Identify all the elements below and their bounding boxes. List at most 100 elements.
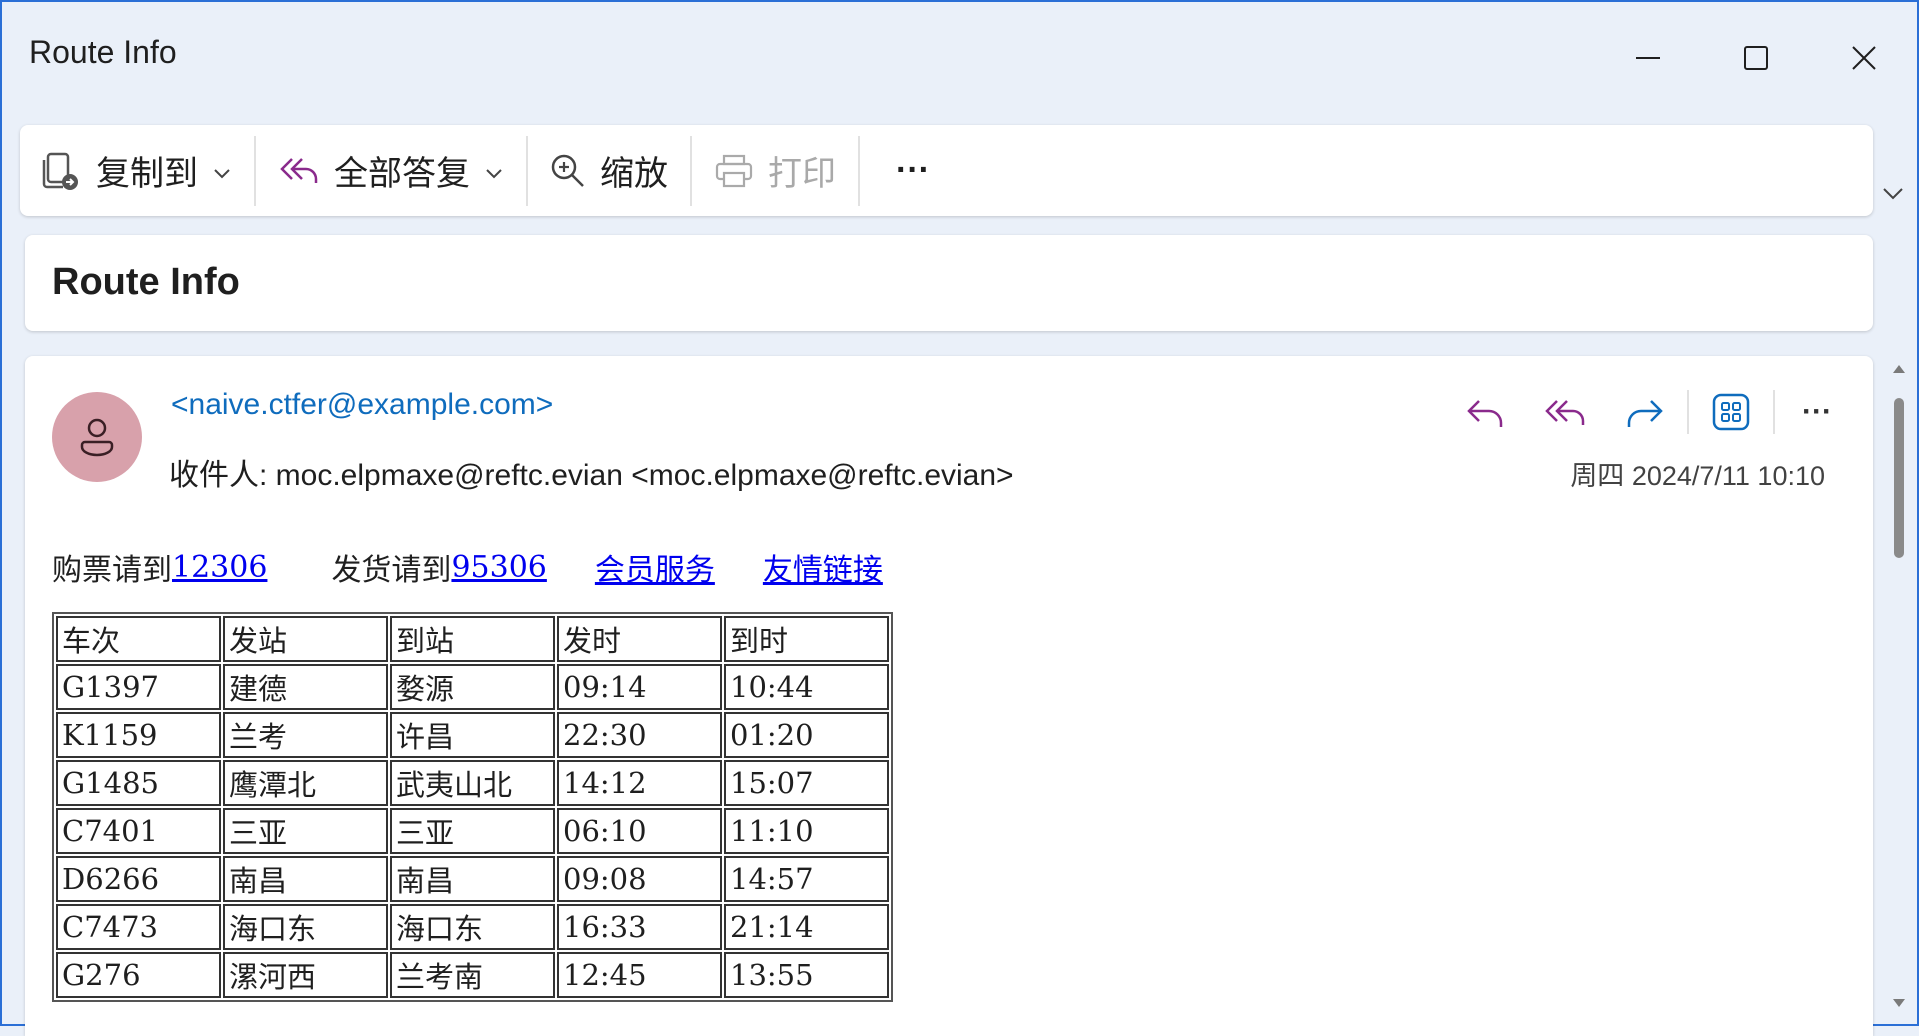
sender-address[interactable]: <naive.ctfer@example.com> bbox=[171, 388, 553, 422]
message-body: 购票请到 12306 发货请到 95306 会员服务 友情链接 车次 发站 到站 发时 到时… bbox=[52, 542, 893, 1002]
table-cell: 13:55 bbox=[724, 952, 889, 998]
table-row: D6266 南昌 南昌 09:08 14:57 bbox=[56, 856, 889, 902]
table-cell: 21:14 bbox=[724, 904, 889, 950]
print-label: 打印 bbox=[768, 155, 836, 193]
reply-all-icon bbox=[1545, 400, 1585, 425]
table-row: G276 漯河西 兰考南 12:45 13:55 bbox=[56, 952, 889, 998]
chevron-down-icon bbox=[484, 151, 504, 190]
table-row: C7473 海口东 海口东 16:33 21:14 bbox=[56, 904, 889, 950]
table-cell: D6266 bbox=[56, 856, 221, 902]
friend-links-link[interactable]: 友情链接 bbox=[763, 545, 883, 589]
table-cell: 14:57 bbox=[724, 856, 889, 902]
table-cell: K1159 bbox=[56, 712, 221, 758]
message-more-button[interactable]: ··· bbox=[1777, 384, 1857, 440]
table-header-cell: 发时 bbox=[557, 616, 722, 662]
actions-divider bbox=[1687, 390, 1689, 434]
forward-button[interactable] bbox=[1605, 384, 1685, 440]
apps-grid-icon bbox=[1712, 393, 1750, 431]
close-icon bbox=[1852, 46, 1876, 70]
table-cell: 海口东 bbox=[223, 904, 388, 950]
ship-prefix: 发货请到 bbox=[331, 553, 452, 588]
table-row: G1397 建德 婺源 09:14 10:44 bbox=[56, 664, 889, 710]
title-bar: Route Info bbox=[0, 0, 1919, 108]
maximize-icon bbox=[1744, 46, 1768, 70]
maximize-button[interactable] bbox=[1721, 30, 1791, 86]
table-header-cell: 到时 bbox=[724, 616, 889, 662]
table-cell: 南昌 bbox=[390, 856, 555, 902]
table-cell: G276 bbox=[56, 952, 221, 998]
zoom-in-icon bbox=[551, 154, 584, 187]
chevron-down-icon bbox=[212, 151, 232, 190]
table-cell: C7473 bbox=[56, 904, 221, 950]
apps-button[interactable] bbox=[1691, 384, 1771, 440]
table-row: G1485 鹰潭北 武夷山北 14:12 15:07 bbox=[56, 760, 889, 806]
minimize-button[interactable] bbox=[1613, 30, 1683, 86]
forward-icon bbox=[1627, 400, 1663, 427]
table-cell: 婺源 bbox=[390, 664, 555, 710]
printer-icon bbox=[715, 154, 753, 187]
message-subject: Route Info bbox=[52, 261, 240, 303]
zoom-button[interactable]: 缩放 bbox=[528, 125, 690, 216]
table-cell: 海口东 bbox=[390, 904, 555, 950]
ribbon-toolbar: 复制到 全部答复 缩放 打印 ··· bbox=[20, 125, 1873, 216]
table-cell: 06:10 bbox=[557, 808, 722, 854]
table-cell: 许昌 bbox=[390, 712, 555, 758]
table-cell: G1485 bbox=[56, 760, 221, 806]
table-cell: 南昌 bbox=[223, 856, 388, 902]
route-table: 车次 发站 到站 发时 到时 G1397 建德 婺源 09:14 10:44 K1159 兰考 许昌 22… bbox=[52, 612, 893, 1002]
table-cell: 16:33 bbox=[557, 904, 722, 950]
print-button[interactable]: 打印 bbox=[692, 125, 858, 216]
scroll-thumb[interactable] bbox=[1894, 398, 1904, 558]
message-card: <naive.ctfer@example.com> 收件人: moc.elpma… bbox=[25, 356, 1873, 1036]
actions-divider bbox=[1773, 390, 1775, 434]
table-cell: 三亚 bbox=[223, 808, 388, 854]
scroll-up-icon[interactable] bbox=[1892, 362, 1906, 376]
reply-all-button[interactable]: 全部答复 bbox=[256, 125, 526, 216]
buy-link[interactable]: 12306 bbox=[172, 550, 267, 585]
table-row: K1159 兰考 许昌 22:30 01:20 bbox=[56, 712, 889, 758]
avatar[interactable] bbox=[52, 392, 142, 482]
reply-all-action-button[interactable] bbox=[1525, 384, 1605, 440]
more-options-button[interactable]: ··· bbox=[860, 125, 966, 216]
message-datetime: 周四 2024/7/11 10:10 bbox=[1570, 461, 1825, 491]
scroll-down-icon[interactable] bbox=[1892, 996, 1906, 1010]
table-cell: 鹰潭北 bbox=[223, 760, 388, 806]
table-cell: 15:07 bbox=[724, 760, 889, 806]
subject-card: Route Info bbox=[25, 235, 1873, 331]
table-cell: 22:30 bbox=[557, 712, 722, 758]
copy-to-button[interactable]: 复制到 bbox=[20, 125, 254, 216]
person-icon bbox=[80, 418, 114, 457]
expand-ribbon-button[interactable] bbox=[1875, 178, 1911, 208]
table-cell: 建德 bbox=[223, 664, 388, 710]
table-header-cell: 车次 bbox=[56, 616, 221, 662]
message-actions: ··· bbox=[1445, 384, 1857, 440]
more-icon: ··· bbox=[896, 151, 930, 189]
table-header-row: 车次 发站 到站 发时 到时 bbox=[56, 616, 889, 662]
table-cell: 11:10 bbox=[724, 808, 889, 854]
window-title: Route Info bbox=[29, 34, 177, 70]
ship-link[interactable]: 95306 bbox=[451, 550, 546, 585]
table-header-cell: 发站 bbox=[223, 616, 388, 662]
table-cell: 漯河西 bbox=[223, 952, 388, 998]
chevron-down-icon bbox=[1883, 188, 1903, 200]
reply-all-label: 全部答复 bbox=[334, 155, 470, 193]
table-cell: 武夷山北 bbox=[390, 760, 555, 806]
reply-all-icon bbox=[280, 157, 318, 183]
recipients-line: 收件人: moc.elpmaxe@reftc.evian <moc.elpmax… bbox=[169, 459, 1014, 492]
table-cell: 09:14 bbox=[557, 664, 722, 710]
close-button[interactable] bbox=[1829, 30, 1899, 86]
reply-button[interactable] bbox=[1445, 384, 1525, 440]
minimize-icon bbox=[1636, 57, 1660, 59]
member-service-link[interactable]: 会员服务 bbox=[595, 545, 715, 589]
reply-icon bbox=[1467, 400, 1503, 427]
table-row: C7401 三亚 三亚 06:10 11:10 bbox=[56, 808, 889, 854]
vertical-scrollbar[interactable] bbox=[1886, 356, 1912, 1026]
table-cell: C7401 bbox=[56, 808, 221, 854]
table-cell: 09:08 bbox=[557, 856, 722, 902]
table-cell: 兰考 bbox=[223, 712, 388, 758]
zoom-label: 缩放 bbox=[600, 155, 668, 193]
table-cell: 三亚 bbox=[390, 808, 555, 854]
link-bar: 购票请到 12306 发货请到 95306 会员服务 友情链接 bbox=[52, 542, 893, 592]
buy-prefix: 购票请到 bbox=[52, 553, 172, 588]
more-icon: ··· bbox=[1802, 395, 1832, 428]
